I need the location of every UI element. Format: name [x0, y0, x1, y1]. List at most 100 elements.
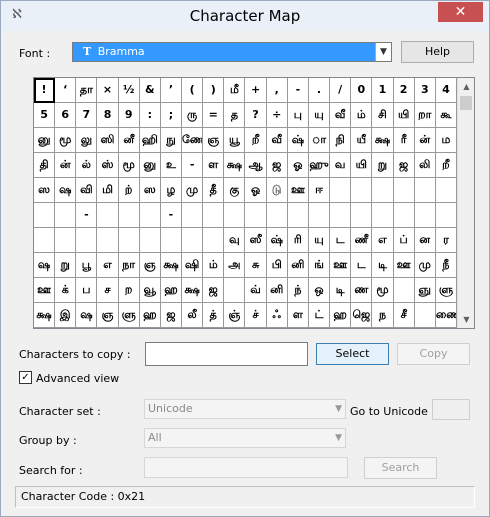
character-cell[interactable]: / [330, 78, 352, 103]
character-cell[interactable]: ஃ [266, 303, 288, 328]
character-cell[interactable]: க் [55, 278, 77, 303]
character-cell[interactable]: ப் [393, 228, 415, 253]
character-cell[interactable]: ஓ [287, 153, 309, 178]
character-cell[interactable]: வீ [330, 103, 352, 128]
character-cell[interactable]: ரு [182, 103, 204, 128]
character-cell[interactable]: னி [266, 278, 288, 303]
character-cell[interactable] [139, 228, 161, 253]
character-cell[interactable]: ஸ [139, 178, 161, 203]
character-cell[interactable]: 8 [97, 103, 119, 128]
character-cell[interactable]: ணீ [351, 228, 373, 253]
character-cell[interactable] [97, 203, 119, 228]
character-cell[interactable] [393, 203, 415, 228]
character-cell[interactable]: டி [372, 253, 394, 278]
go-to-unicode-input[interactable] [432, 399, 470, 420]
character-cell[interactable]: ஞு [414, 278, 436, 303]
character-cell[interactable]: - [160, 203, 183, 228]
character-cell[interactable]: ஷி [182, 253, 204, 278]
help-button[interactable]: Help [401, 41, 474, 63]
character-cell[interactable] [435, 203, 457, 228]
character-cell[interactable]: ) [203, 78, 225, 103]
character-cell[interactable]: ற் [118, 178, 140, 203]
character-cell[interactable]: க்ஷ [372, 128, 394, 153]
character-cell[interactable]: ( [182, 78, 204, 103]
character-cell[interactable]: நி [330, 128, 352, 153]
character-cell[interactable]: அ [224, 253, 246, 278]
character-cell[interactable]: ம [435, 128, 457, 153]
character-cell[interactable]: டி [330, 278, 352, 303]
character-cell[interactable]: னு [34, 128, 56, 153]
character-cell[interactable] [435, 178, 457, 203]
character-cell[interactable]: ணே [182, 128, 204, 153]
character-cell[interactable]: மூ [118, 153, 140, 178]
copy-button[interactable]: Copy [397, 343, 470, 365]
character-cell[interactable]: மு [182, 178, 204, 203]
character-cell[interactable] [160, 228, 183, 253]
character-cell[interactable]: ஊ [34, 278, 56, 303]
character-cell[interactable]: ண [351, 278, 373, 303]
character-cell[interactable]: கு [224, 178, 246, 203]
scroll-up-icon[interactable]: ▲ [458, 78, 475, 95]
character-cell[interactable]: ! [34, 78, 56, 103]
character-cell[interactable]: ஜ [266, 153, 288, 178]
character-cell[interactable]: மூ [372, 278, 394, 303]
character-cell[interactable] [245, 203, 267, 228]
scroll-down-icon[interactable]: ▼ [458, 311, 475, 328]
character-cell[interactable]: ? [245, 103, 267, 128]
character-cell[interactable]: ங் [308, 253, 331, 278]
character-cell[interactable]: பு [287, 103, 309, 128]
character-cell[interactable]: ஷ [76, 303, 98, 328]
character-cell[interactable]: = [203, 103, 225, 128]
character-cell[interactable]: உ [160, 153, 183, 178]
character-cell[interactable]: ஸ் [97, 153, 119, 178]
scroll-thumb[interactable] [460, 96, 472, 110]
character-cell[interactable]: தி [34, 153, 56, 178]
character-cell[interactable]: இ [55, 303, 77, 328]
character-cell[interactable] [203, 228, 225, 253]
character-cell[interactable]: ளு [118, 303, 140, 328]
character-cell[interactable]: வி [76, 178, 98, 203]
character-cell[interactable] [76, 228, 98, 253]
group-by-select[interactable]: All ▼ [144, 428, 346, 448]
character-cell[interactable]: று [372, 153, 394, 178]
character-cell[interactable]: த [224, 103, 246, 128]
character-cell[interactable]: 2 [393, 78, 415, 103]
character-cell[interactable]: ; [160, 103, 183, 128]
character-cell[interactable]: 5 [34, 103, 56, 128]
character-cell[interactable]: ஊ [393, 253, 415, 278]
character-cell[interactable]: க்ஷ [34, 303, 56, 328]
character-cell[interactable]: ட [330, 228, 352, 253]
character-cell[interactable]: 9 [118, 103, 140, 128]
character-cell[interactable] [266, 203, 288, 228]
character-cell[interactable]: ட [351, 253, 373, 278]
character-cell[interactable]: - [287, 78, 309, 103]
character-cell[interactable]: க்ஷ [224, 153, 246, 178]
character-cell[interactable] [203, 203, 225, 228]
character-cell[interactable]: ஹ [139, 303, 161, 328]
character-cell[interactable]: வ் [245, 278, 267, 303]
character-cell[interactable]: ஊ [287, 178, 309, 203]
character-cell[interactable]: ரி [287, 228, 309, 253]
character-cell[interactable]: வ [330, 153, 352, 178]
character-cell[interactable] [414, 178, 436, 203]
character-cell[interactable]: - [76, 203, 98, 228]
character-cell[interactable]: லு [76, 128, 98, 153]
character-cell[interactable]: ன் [55, 153, 77, 178]
character-cell[interactable] [34, 203, 56, 228]
character-cell[interactable]: ம் [203, 253, 225, 278]
character-cell[interactable]: சு [245, 253, 267, 278]
character-cell[interactable]: மீ [224, 78, 246, 103]
character-cell[interactable]: ஹ [330, 303, 352, 328]
character-cell[interactable]: ப [76, 278, 98, 303]
character-cell[interactable]: ஊ [330, 253, 352, 278]
character-cell[interactable]: நீ [435, 253, 457, 278]
character-cell[interactable]: ழ [160, 178, 183, 203]
character-cell[interactable]: 1 [372, 78, 394, 103]
character-cell[interactable]: ÷ [266, 103, 288, 128]
character-cell[interactable]: ‘ [55, 78, 77, 103]
character-cell[interactable]: ா [308, 128, 331, 153]
character-cell[interactable]: லீ [182, 303, 204, 328]
search-button[interactable]: Search [364, 457, 437, 479]
character-cell[interactable]: டு [266, 178, 288, 203]
character-cell[interactable]: மூ [55, 128, 77, 153]
